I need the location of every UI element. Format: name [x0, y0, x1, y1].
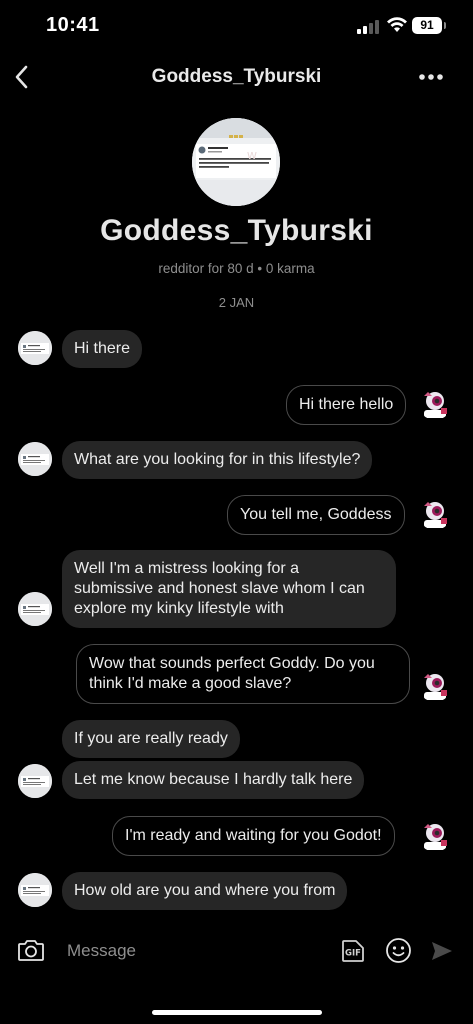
own-avatar[interactable]	[418, 818, 452, 852]
message-line: think I'd make a good slave?	[89, 675, 292, 692]
message-bubble-received[interactable]: How old are you and where you from	[62, 872, 348, 910]
profile-avatar[interactable]: W	[192, 118, 280, 206]
message-bubble-received[interactable]: What are you looking for in this lifesty…	[62, 441, 373, 479]
own-avatar[interactable]	[418, 668, 452, 702]
message-bubble-received[interactable]: Let me know because I hardly talk here	[62, 761, 365, 799]
message-bubble-sent[interactable]: Hi there hello	[286, 385, 407, 425]
emoji-icon[interactable]	[385, 937, 412, 964]
message-bubble-sent[interactable]: You tell me, Goddess	[227, 495, 405, 535]
battery-indicator: 91	[412, 17, 446, 34]
send-icon[interactable]	[430, 939, 454, 963]
status-bar: 10:41 91	[0, 0, 473, 52]
svg-text:W: W	[247, 151, 257, 162]
gif-label: GIF	[345, 949, 361, 959]
sender-avatar[interactable]	[18, 442, 52, 476]
message-bubble-received[interactable]: Hi there	[62, 330, 143, 368]
own-avatar[interactable]	[418, 496, 452, 530]
gif-icon[interactable]: GIF	[340, 938, 366, 964]
profile-name: Goddess_Tyburski	[100, 214, 373, 247]
message-composer: Message GIF	[0, 926, 473, 976]
camera-icon[interactable]	[17, 938, 45, 962]
message-line: Wow that sounds perfect Goddy. Do you	[89, 655, 375, 672]
home-indicator	[152, 1010, 322, 1015]
chat-title: Goddess_Tyburski	[151, 66, 322, 87]
message-line: explore my kinky lifestyle with	[74, 600, 284, 617]
sender-avatar[interactable]	[18, 873, 52, 907]
message-line: Well I'm a mistress looking for a	[74, 560, 300, 577]
wifi-icon	[387, 17, 407, 32]
chat-header: Goddess_Tyburski	[0, 52, 473, 102]
message-bubble-sent[interactable]: Wow that sounds perfect Goddy. Do you th…	[76, 644, 410, 704]
sender-avatar[interactable]	[18, 331, 52, 365]
status-time: 10:41	[46, 14, 100, 36]
date-separator: 2 JAN	[218, 295, 255, 310]
cellular-signal-icon	[357, 20, 379, 34]
message-bubble-sent[interactable]: I'm ready and waiting for you Godot!	[112, 816, 395, 856]
more-horizontal-icon[interactable]	[418, 72, 444, 82]
own-avatar[interactable]	[418, 386, 452, 420]
profile-meta: redditor for 80 d • 0 karma	[158, 261, 315, 276]
message-input[interactable]: Message	[67, 941, 136, 961]
message-bubble-received[interactable]: If you are really ready	[62, 720, 240, 758]
message-bubble-received[interactable]: Well I'm a mistress looking for a submis…	[62, 550, 396, 628]
tweet-screenshot-image: W	[192, 118, 280, 206]
sender-avatar[interactable]	[18, 764, 52, 798]
sender-avatar[interactable]	[18, 592, 52, 626]
message-line: submissive and honest slave whom I can	[74, 580, 365, 597]
